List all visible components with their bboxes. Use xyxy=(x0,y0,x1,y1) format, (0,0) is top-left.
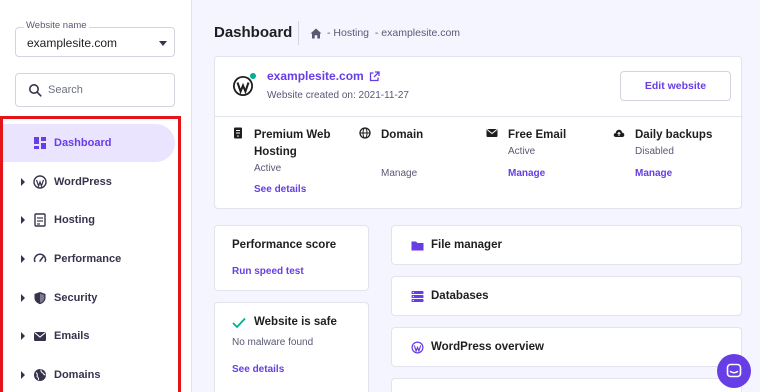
chat-button[interactable] xyxy=(717,354,751,388)
globe-icon xyxy=(359,127,371,139)
globe-icon xyxy=(34,369,46,381)
website-created-date: Website created on: 2021-11-27 xyxy=(267,90,409,101)
caret-down-icon xyxy=(159,41,167,46)
home-icon[interactable] xyxy=(310,28,322,39)
performance-card: Performance score Run speed test xyxy=(214,225,369,291)
service-status: Active xyxy=(254,163,282,174)
run-speed-test-link[interactable]: Run speed test xyxy=(232,266,304,277)
chat-icon xyxy=(726,363,742,378)
status-dot xyxy=(249,72,257,80)
envelope-icon xyxy=(34,332,46,341)
speedometer-icon xyxy=(33,253,47,263)
breadcrumb: - Hosting - examplesite.com xyxy=(310,27,460,39)
sidebar-item-hosting[interactable]: Hosting xyxy=(3,201,175,239)
sidebar-item-dashboard[interactable]: Dashboard xyxy=(3,124,175,162)
divider xyxy=(215,116,743,117)
website-name[interactable]: examplesite.com xyxy=(267,69,364,83)
caret-right-icon xyxy=(21,255,25,263)
performance-title: Performance score xyxy=(232,239,337,251)
manage-link[interactable]: Manage xyxy=(635,168,672,179)
wordpress-icon xyxy=(33,175,47,189)
sidebar-item-label: Hosting xyxy=(54,214,95,226)
tool-label: WordPress overview xyxy=(431,341,544,353)
server-icon xyxy=(34,213,46,227)
envelope-icon xyxy=(486,129,498,137)
see-details-link[interactable]: See details xyxy=(232,364,284,375)
cloud-upload-icon xyxy=(613,129,625,137)
tool-label: Databases xyxy=(431,290,489,302)
service-status: Disabled xyxy=(635,146,674,157)
wordpress-overview-card[interactable]: WordPress overview xyxy=(391,327,742,367)
security-card: Website is safe No malware found See det… xyxy=(214,302,369,392)
sidebar-item-label: Domains xyxy=(54,369,101,381)
sidebar-item-performance[interactable]: Performance xyxy=(3,240,175,278)
manage-link[interactable]: Manage xyxy=(508,168,545,179)
dashboard-icon xyxy=(34,137,46,149)
database-icon xyxy=(411,290,424,302)
search-icon xyxy=(29,84,42,97)
databases-card[interactable]: Databases xyxy=(391,276,742,316)
sidebar-item-label: Security xyxy=(54,292,98,304)
file-manager-card[interactable]: File manager xyxy=(391,225,742,265)
main-content: Dashboard - Hosting - examplesite.com ex… xyxy=(192,0,760,392)
checkmark-icon xyxy=(232,317,246,329)
next-tool-card[interactable] xyxy=(391,378,742,392)
shield-icon xyxy=(34,292,46,305)
website-card: examplesite.com Website created on: 2021… xyxy=(214,56,743,209)
service-title: Premium Web Hosting xyxy=(254,129,331,158)
wordpress-icon xyxy=(411,341,424,353)
sidebar-item-label: Emails xyxy=(54,330,90,342)
service-status: Active xyxy=(508,146,536,157)
breadcrumb-text[interactable]: - Hosting - examplesite.com xyxy=(327,27,460,39)
caret-right-icon xyxy=(21,332,25,340)
sidebar-item-wordpress[interactable]: WordPress xyxy=(3,163,175,201)
sidebar-item-security[interactable]: Security xyxy=(3,279,175,317)
service-title: Domain xyxy=(381,129,424,141)
page-title: Dashboard xyxy=(214,24,293,41)
edit-website-button[interactable]: Edit website xyxy=(620,71,731,101)
manage-link[interactable]: Manage xyxy=(381,168,417,179)
service-title: Free Email xyxy=(508,129,567,141)
sidebar-item-emails[interactable]: Emails xyxy=(3,317,175,355)
search-input[interactable] xyxy=(48,82,166,98)
website-name-label: Website name xyxy=(24,20,89,31)
website-name-value: examplesite.com xyxy=(27,36,118,50)
folder-icon xyxy=(411,241,424,250)
server-icon xyxy=(234,127,242,139)
caret-right-icon xyxy=(21,178,25,186)
sidebar-item-label: Dashboard xyxy=(54,137,112,149)
caret-right-icon xyxy=(21,294,25,302)
sidebar-item-label: Performance xyxy=(54,253,122,265)
website-name-select[interactable]: Website name examplesite.com xyxy=(15,20,175,57)
tool-label: File manager xyxy=(431,239,502,251)
security-title: Website is safe xyxy=(254,316,337,328)
website-link[interactable]: examplesite.com xyxy=(267,69,380,83)
header-divider xyxy=(298,21,299,45)
service-title: Daily backups xyxy=(635,129,713,141)
search-box[interactable] xyxy=(15,73,175,107)
sidebar-item-label: WordPress xyxy=(54,176,112,188)
sidebar-item-domains[interactable]: Domains xyxy=(3,356,175,392)
sidebar: Website name examplesite.com Dashboard W… xyxy=(0,0,192,392)
see-details-link[interactable]: See details xyxy=(254,184,306,195)
caret-right-icon xyxy=(21,371,25,379)
caret-right-icon xyxy=(21,216,25,224)
external-link-icon[interactable] xyxy=(369,70,380,82)
security-text: No malware found xyxy=(232,337,314,348)
